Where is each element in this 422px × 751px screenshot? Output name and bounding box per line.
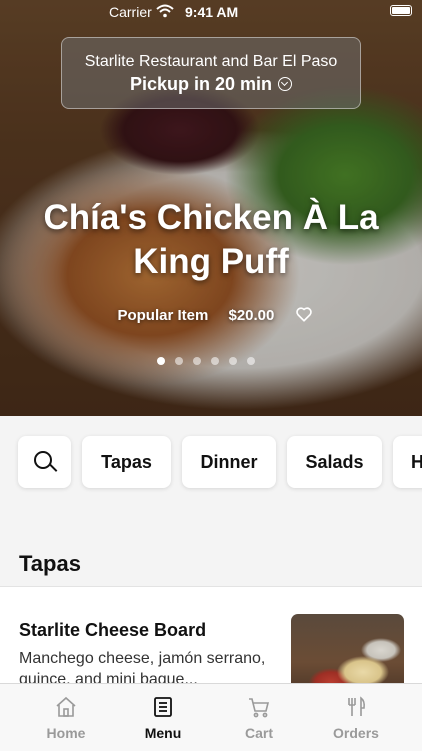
featured-meta: Popular Item $20.00 — [0, 305, 422, 324]
category-tapas[interactable]: Tapas — [82, 436, 171, 488]
tab-menu[interactable]: Menu — [115, 684, 211, 751]
heart-icon[interactable] — [295, 305, 313, 323]
tab-cart-label: Cart — [244, 725, 273, 741]
featured-item-title: Chía's Chicken À La King Puff — [43, 198, 379, 281]
tab-cart[interactable]: Cart — [211, 684, 307, 751]
tab-orders-label: Orders — [333, 725, 379, 741]
status-bar: Carrier 9:41 AM — [0, 0, 422, 24]
cart-icon — [249, 698, 270, 718]
menu-list-icon — [154, 697, 172, 717]
carousel-dot[interactable] — [175, 357, 183, 365]
clock: 9:41 AM — [185, 4, 239, 20]
chevron-down-icon — [278, 77, 293, 91]
category-bar[interactable]: Tapas Dinner Salads H — [0, 416, 422, 512]
menu-item-card[interactable]: Starlite Cheese Board Manchego cheese, j… — [0, 587, 422, 710]
category-salads[interactable]: Salads — [287, 436, 382, 488]
tab-orders[interactable]: Orders — [308, 684, 404, 751]
pickup-time-label: Pickup in 20 min — [129, 74, 273, 94]
section-title: Tapas — [19, 551, 81, 576]
popular-badge: Popular Item — [117, 307, 209, 324]
hero-banner[interactable]: Carrier 9:41 AM Starlite Restaurant and … — [0, 0, 422, 416]
pickup-time: Pickup in 20 min — [62, 74, 360, 95]
home-icon — [56, 696, 76, 717]
carousel-indicator[interactable] — [157, 352, 265, 370]
tab-home-label: Home — [46, 725, 86, 741]
search-icon — [34, 451, 52, 469]
tab-menu-label: Menu — [144, 725, 182, 741]
category-dinner[interactable]: Dinner — [182, 436, 276, 488]
pickup-selector[interactable]: Starlite Restaurant and Bar El Paso Pick… — [61, 37, 361, 109]
restaurant-name: Starlite Restaurant and Bar El Paso — [84, 53, 338, 70]
carousel-dot[interactable] — [211, 357, 219, 365]
fork-knife-icon — [348, 696, 365, 716]
battery-icon — [390, 5, 412, 16]
carousel-dot[interactable] — [193, 357, 201, 365]
wifi-icon — [156, 4, 174, 18]
carrier-label: Carrier — [109, 4, 152, 20]
carousel-dot[interactable] — [247, 357, 255, 365]
carousel-dot[interactable] — [229, 357, 237, 365]
search-button[interactable] — [18, 436, 71, 488]
menu-item-name: Starlite Cheese Board — [19, 620, 207, 640]
carousel-dot[interactable] — [157, 357, 165, 365]
featured-price: $20.00 — [228, 307, 275, 324]
category-partial[interactable]: H — [393, 436, 422, 488]
tab-bar: Home Menu Cart Orders — [0, 683, 422, 751]
tab-home[interactable]: Home — [18, 684, 114, 751]
